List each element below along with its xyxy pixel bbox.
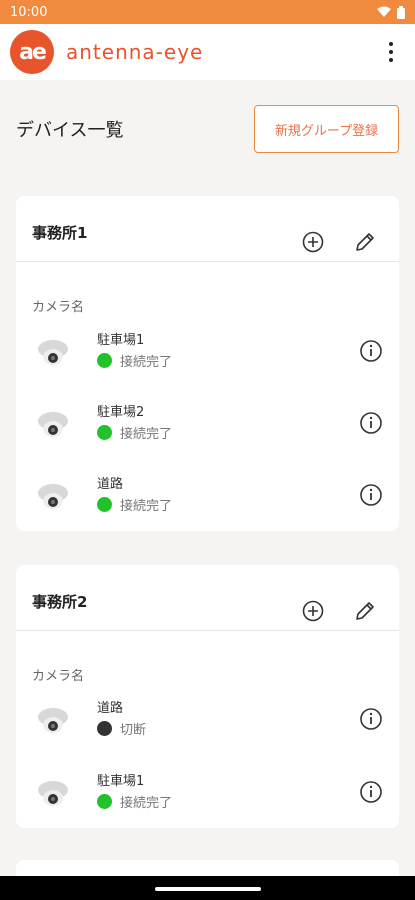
group-card: 事務所1 カメラ名 駐車場1 接続完了 駐車場2 接続完了 道路 接続完了 [16,196,399,531]
new-group-button[interactable]: 新規グループ登録 [254,105,399,153]
info-icon[interactable] [359,483,383,507]
pencil-icon[interactable] [349,595,381,627]
status-dot-icon [97,794,112,809]
camera-row[interactable]: 駐車場2 接続完了 [32,401,383,451]
group-card: 事務所2 カメラ名 道路 切断 駐車場1 接続完了 [16,565,399,828]
camera-icon [38,484,68,509]
camera-name: 道路 [97,701,124,716]
info-icon[interactable] [359,411,383,435]
camera-column-label: カメラ名 [32,669,85,684]
status-dot-icon [97,353,112,368]
camera-row[interactable]: 道路 接続完了 [32,473,383,523]
battery-icon [397,5,405,19]
camera-name: 駐車場1 [97,333,145,348]
app-brand: antenna-eye [66,40,204,64]
page-title: デバイス一覧 [16,120,124,141]
camera-icon [38,781,68,806]
camera-name: 駐車場2 [97,405,145,420]
camera-icon [38,340,68,365]
camera-row[interactable]: 道路 切断 [32,697,383,747]
info-icon[interactable] [359,780,383,804]
add-circle-icon[interactable] [297,595,329,627]
status-dot-icon [97,721,112,736]
camera-column-label: カメラ名 [32,300,85,315]
status-dot-icon [97,425,112,440]
camera-icon [38,412,68,437]
system-nav-bar [0,876,415,900]
camera-status: 接続完了 [97,423,172,442]
camera-icon [38,708,68,733]
home-indicator[interactable] [155,887,261,891]
camera-name: 道路 [97,477,124,492]
camera-status: 接続完了 [97,351,172,370]
camera-status: 切断 [97,719,146,738]
wifi-icon [377,6,391,17]
status-time: 10:00 [10,4,48,20]
camera-name: 駐車場1 [97,774,145,789]
camera-status: 接続完了 [97,792,172,811]
more-vert-icon[interactable] [377,32,405,72]
status-dot-icon [97,497,112,512]
group-card-header: 事務所2 [16,565,399,631]
group-title: 事務所2 [32,593,88,611]
app-bar: ae antenna-eye [0,24,415,80]
camera-row[interactable]: 駐車場1 接続完了 [32,770,383,820]
camera-row[interactable]: 駐車場1 接続完了 [32,329,383,379]
pencil-icon[interactable] [349,226,381,258]
info-icon[interactable] [359,707,383,731]
status-bar: 10:00 [0,0,415,24]
camera-status: 接続完了 [97,495,172,514]
app-logo: ae [10,30,54,74]
group-title: 事務所1 [32,224,88,242]
add-circle-icon[interactable] [297,226,329,258]
group-card-header: 事務所1 [16,196,399,262]
info-icon[interactable] [359,339,383,363]
